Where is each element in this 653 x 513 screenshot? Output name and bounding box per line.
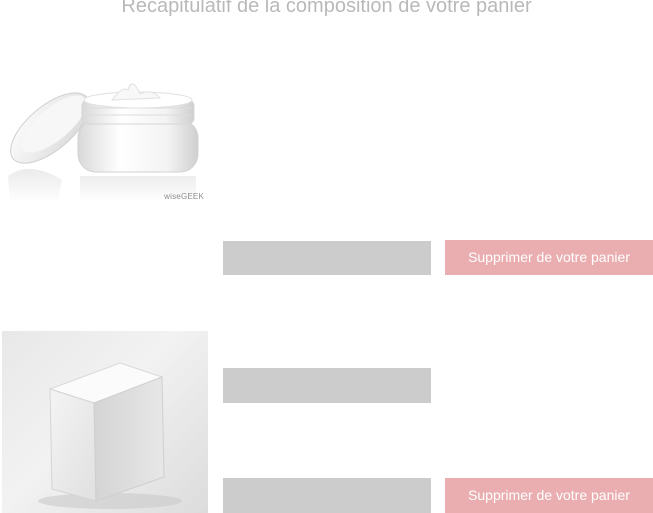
remove-from-cart-button[interactable]: Supprimer de votre panier bbox=[445, 240, 653, 275]
quantity-field[interactable] bbox=[223, 241, 431, 275]
page-title: Récapitulatif de la composition de votre… bbox=[121, 0, 532, 17]
image-watermark: wiseGEEK bbox=[164, 192, 204, 201]
cart-summary-page: Récapitulatif de la composition de votre… bbox=[0, 0, 653, 513]
white-box-illustration bbox=[38, 362, 182, 509]
cream-jar-illustration bbox=[8, 83, 199, 203]
white-box-image bbox=[2, 331, 208, 513]
quantity-field[interactable] bbox=[223, 368, 431, 403]
quantity-field[interactable] bbox=[223, 478, 431, 513]
remove-from-cart-button[interactable]: Supprimer de votre panier bbox=[445, 478, 653, 513]
cream-jar-image: wiseGEEK bbox=[0, 68, 208, 203]
